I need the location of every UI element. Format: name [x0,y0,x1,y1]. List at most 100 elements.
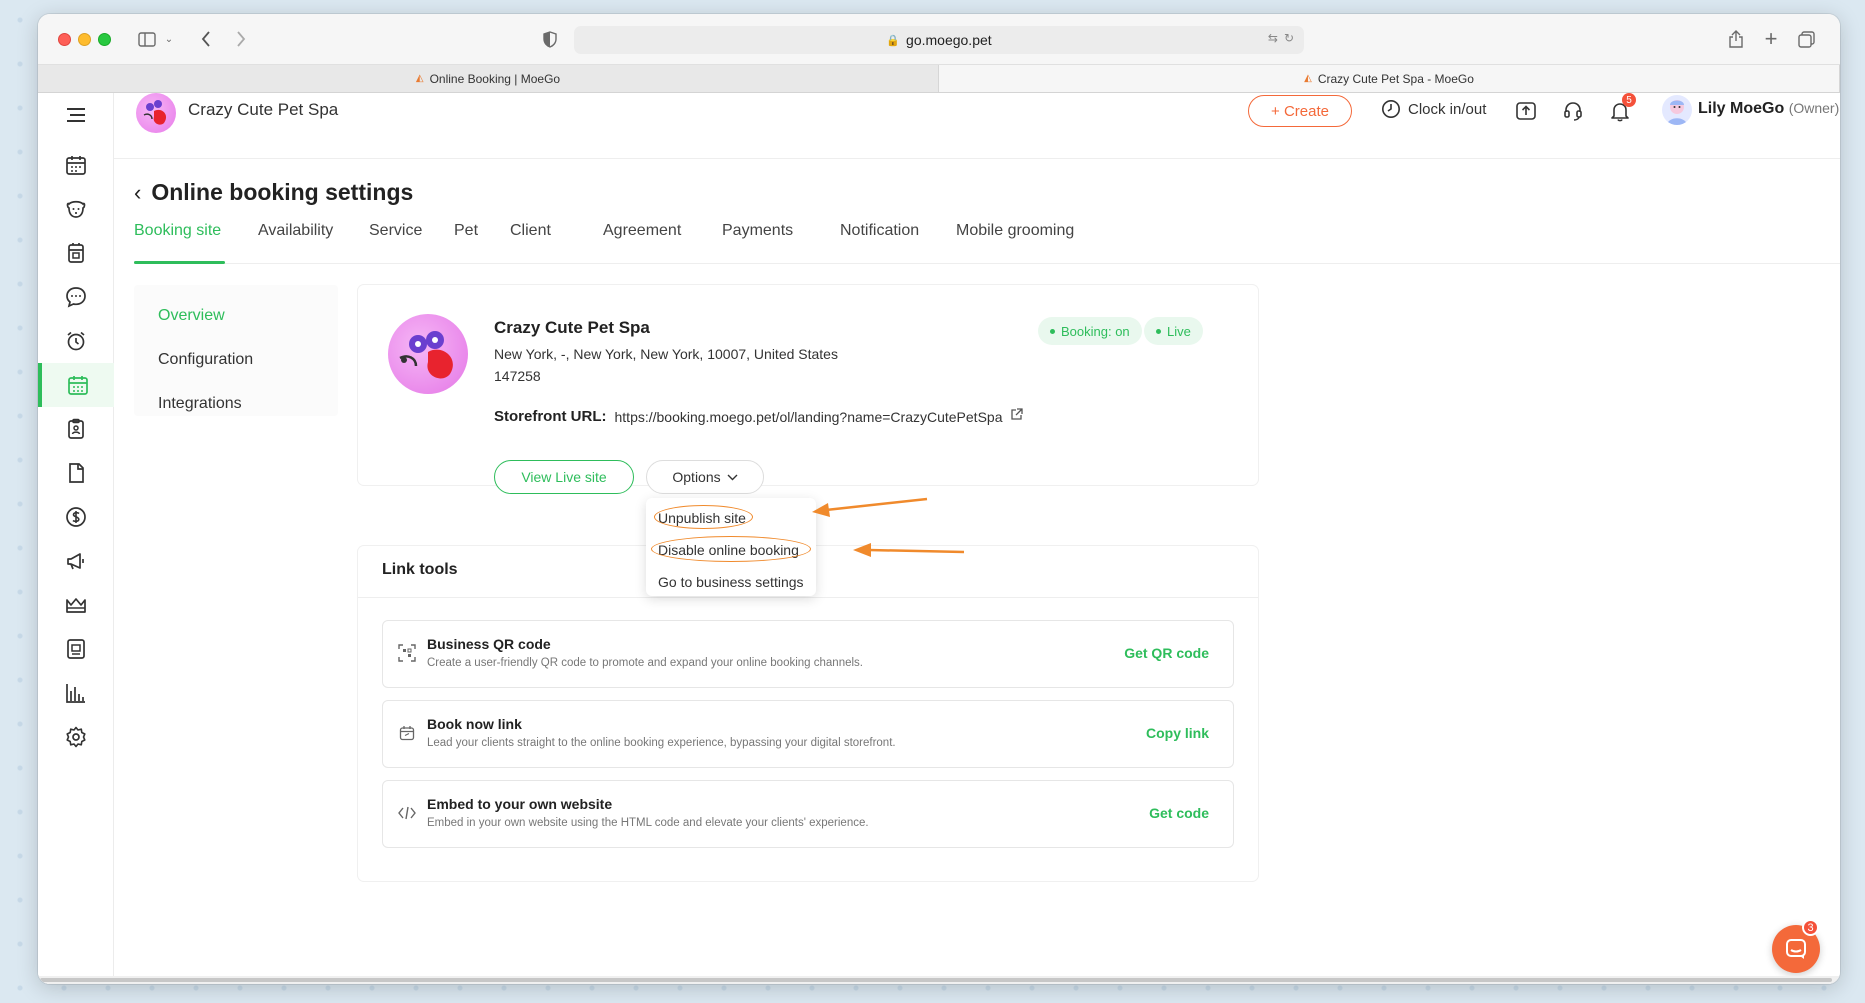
store-icon[interactable] [38,231,114,275]
calendar-icon[interactable] [38,143,114,187]
get-qr-code-button[interactable]: Get QR code [1124,645,1209,661]
live-status-badge: Live [1144,317,1203,345]
tool-row-book-now-link: Book now link Lead your clients straight… [382,700,1234,768]
shop-address: New York, -, New York, New York, 10007, … [494,346,838,362]
tab-overview-icon[interactable] [1796,28,1816,50]
browser-tab-crazy-cute[interactable]: ◭ Crazy Cute Pet Spa - MoeGo [939,65,1840,92]
tab-client[interactable]: Client [510,222,551,240]
tool-row-qr-code: Business QR code Create a user-friendly … [382,620,1234,688]
business-name[interactable]: Crazy Cute Pet Spa [188,100,338,120]
upload-icon[interactable] [1514,99,1538,123]
close-window-button[interactable] [58,33,71,46]
browser-tab-online-booking[interactable]: ◭ Online Booking | MoeGo [38,65,939,92]
horizontal-scrollbar[interactable] [38,976,1840,984]
menu-item-overview[interactable]: Overview [158,307,225,325]
dollar-icon[interactable] [38,495,114,539]
menu-item-configuration[interactable]: Configuration [158,351,253,369]
options-button[interactable]: Options [646,460,764,494]
tab-pet[interactable]: Pet [454,222,478,240]
storefront-url-link[interactable]: https://booking.moego.pet/ol/landing?nam… [615,409,1003,425]
booking-site-menu: Overview Configuration Integrations [134,285,338,416]
menu-item-integrations[interactable]: Integrations [158,395,242,413]
clipboard-icon[interactable] [38,407,114,451]
chat-support-button[interactable]: 3 [1772,919,1820,973]
shop-avatar [388,314,468,394]
pet-icon[interactable] [38,187,114,231]
tab-booking-site[interactable]: Booking site [134,222,221,240]
shop-name: Crazy Cute Pet Spa [494,318,650,337]
bar-chart-icon[interactable] [38,671,114,715]
get-code-button[interactable]: Get code [1149,805,1209,821]
user-role: (Owner) [1788,100,1840,116]
create-button[interactable]: + Create [1248,95,1352,127]
back-chevron-icon[interactable]: ‹ [134,180,141,206]
page-title-text: Online booking settings [151,179,414,205]
active-tab-indicator [134,261,225,264]
lock-icon: 🔒 [886,34,901,47]
tool-description: Lead your clients straight to the online… [427,737,896,749]
zoom-window-button[interactable] [98,33,111,46]
user-name[interactable]: Lily MoeGo (Owner) [1698,100,1839,118]
tool-name: Book now link [427,716,522,732]
address-bar[interactable]: 🔒 go.moego.pet ⇆ ↻ [574,26,1304,54]
translate-icon[interactable]: ⇆ [1268,31,1278,45]
copy-link-button[interactable]: Copy link [1146,725,1209,741]
options-dropdown: Unpublish site Disable online booking Go… [646,498,816,596]
moego-app: Crazy Cute Pet Spa + Create Clock in/out… [38,93,1840,984]
divider [358,597,1258,598]
sidebar-toggle-icon[interactable] [136,28,158,50]
scrollbar-thumb[interactable] [40,978,1832,982]
view-live-site-button[interactable]: View Live site [494,460,634,494]
business-avatar[interactable] [136,93,176,133]
alarm-clock-icon[interactable] [38,319,114,363]
tab-service[interactable]: Service [369,222,422,240]
booking-status-badge: Booking: on [1038,317,1142,345]
arrow-annotation [812,497,928,517]
tab-notification[interactable]: Notification [840,222,919,240]
browser-tab-label: Crazy Cute Pet Spa - MoeGo [1317,71,1474,86]
tab-availability[interactable]: Availability [258,222,333,240]
document-icon[interactable] [38,451,114,495]
id-card-icon[interactable] [38,627,114,671]
link-tools-card: Link tools Business QR code Create a use… [358,546,1258,881]
privacy-shield-icon[interactable] [540,28,560,50]
moego-favicon-icon: ◭ [415,73,424,84]
moego-favicon-icon: ◭ [1304,73,1312,84]
tool-description: Embed in your own website using the HTML… [427,817,869,829]
tab-payments[interactable]: Payments [722,222,793,240]
storefront-label: Storefront URL: [494,408,607,425]
online-booking-icon[interactable] [38,363,114,407]
status-dot [1050,328,1055,334]
live-status-text: Live [1167,323,1191,339]
address-url: go.moego.pet [906,32,992,48]
tab-mobile-grooming[interactable]: Mobile grooming [956,222,1074,240]
minimize-window-button[interactable] [78,33,91,46]
tool-name: Business QR code [427,636,551,652]
menu-item-business-settings[interactable]: Go to business settings [658,574,804,590]
qr-icon [397,643,417,663]
app-sidebar [38,93,114,984]
share-icon[interactable] [1726,28,1746,50]
new-tab-icon[interactable]: + [1761,26,1781,51]
storefront-url-row: Storefront URL: https://booking.moego.pe… [494,408,1024,425]
back-nav-icon[interactable] [196,28,216,50]
menu-toggle-icon[interactable] [38,93,114,137]
clock-in-out-button[interactable]: Clock in/out [1381,99,1486,119]
status-dot [1156,328,1161,334]
highlight-circle-annotation [654,505,753,529]
tab-agreement[interactable]: Agreement [603,222,681,240]
megaphone-icon[interactable] [38,539,114,583]
tool-name: Embed to your own website [427,796,613,812]
support-headset-icon[interactable] [1561,99,1585,123]
external-link-icon[interactable] [1010,408,1024,425]
chevron-down-icon[interactable]: ⌄ [162,28,176,50]
notification-bell-icon[interactable]: 5 [1608,93,1636,123]
highlight-circle-annotation [651,536,811,562]
user-avatar[interactable] [1662,95,1692,125]
link-tools-title: Link tools [382,561,458,578]
crown-icon[interactable] [38,583,114,627]
forward-nav-icon[interactable] [231,28,251,50]
reload-icon[interactable]: ↻ [1284,31,1294,45]
message-icon[interactable] [38,275,114,319]
settings-icon[interactable] [38,715,114,759]
